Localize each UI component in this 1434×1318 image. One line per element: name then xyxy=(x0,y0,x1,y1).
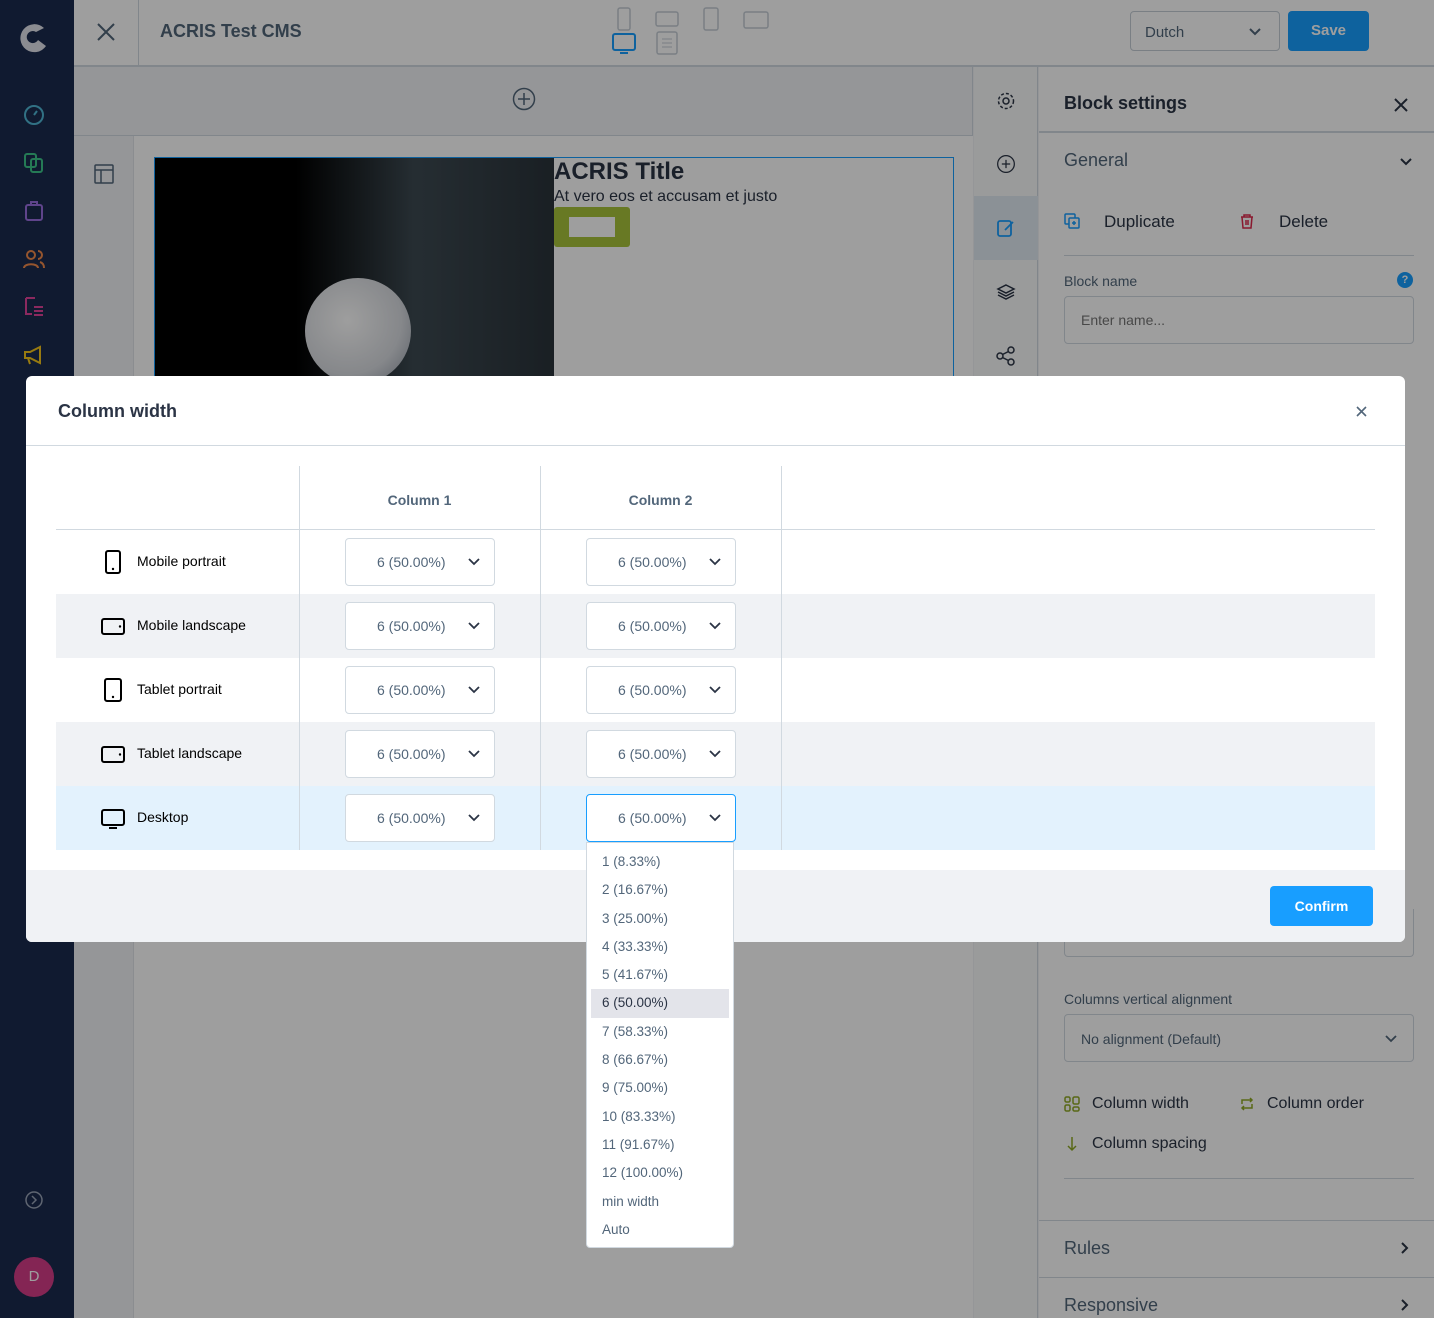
column-2-width-select[interactable]: 6 (50.00%) xyxy=(586,730,736,778)
close-modal-icon[interactable] xyxy=(1356,406,1367,417)
device-row: Tablet portrait 6 (50.00%) 6 (50.00%) xyxy=(56,658,1375,722)
device-label: Mobile landscape xyxy=(137,617,246,633)
chevron-down-icon xyxy=(468,814,480,822)
select-value: 6 (50.00%) xyxy=(377,554,446,570)
column-1-width-select[interactable]: 6 (50.00%) xyxy=(345,602,495,650)
device-label: Mobile portrait xyxy=(137,553,226,569)
confirm-button[interactable]: Confirm xyxy=(1270,886,1373,926)
chevron-down-icon xyxy=(709,686,721,694)
select-value: 6 (50.00%) xyxy=(618,554,687,570)
device-row: Tablet landscape 6 (50.00%) 6 (50.00%) xyxy=(56,722,1375,786)
dropdown-option[interactable]: 9 (75.00%) xyxy=(591,1074,729,1102)
tablet-portrait-icon xyxy=(104,678,122,702)
column-1-width-select[interactable]: 6 (50.00%) xyxy=(345,666,495,714)
chevron-down-icon xyxy=(468,686,480,694)
chevron-down-icon xyxy=(468,622,480,630)
device-row: Mobile landscape 6 (50.00%) 6 (50.00%) xyxy=(56,594,1375,658)
device-row: Desktop 6 (50.00%) 6 (50.00%) xyxy=(56,786,1375,850)
mobile-portrait-icon xyxy=(105,550,121,574)
column-width-dropdown: 1 (8.33%) 2 (16.67%) 3 (25.00%) 4 (33.33%) 5… xyxy=(586,842,734,1248)
dropdown-option[interactable]: 8 (66.67%) xyxy=(591,1046,729,1074)
chevron-down-icon xyxy=(709,814,721,822)
dropdown-option[interactable]: 4 (33.33%) xyxy=(591,933,729,961)
dropdown-option[interactable]: min width xyxy=(591,1188,729,1216)
column-2-width-select[interactable]: 6 (50.00%) xyxy=(586,602,736,650)
select-value: 6 (50.00%) xyxy=(618,618,687,634)
dropdown-option[interactable]: 6 (50.00%) xyxy=(591,989,729,1018)
column-header-1: Column 1 xyxy=(387,492,452,508)
column-2-width-select[interactable]: 6 (50.00%) xyxy=(586,794,736,842)
device-label: Tablet portrait xyxy=(137,681,222,697)
chevron-down-icon xyxy=(468,558,480,566)
dropdown-option[interactable]: 1 (8.33%) xyxy=(591,848,729,876)
dropdown-option[interactable]: 3 (25.00%) xyxy=(591,905,729,933)
select-value: 6 (50.00%) xyxy=(377,618,446,634)
dropdown-option[interactable]: 7 (58.33%) xyxy=(591,1018,729,1046)
select-value: 6 (50.00%) xyxy=(618,810,687,826)
select-value: 6 (50.00%) xyxy=(377,810,446,826)
column-2-width-select[interactable]: 6 (50.00%) xyxy=(586,666,736,714)
dropdown-option[interactable]: 10 (83.33%) xyxy=(591,1103,729,1131)
select-value: 6 (50.00%) xyxy=(377,682,446,698)
chevron-down-icon xyxy=(468,750,480,758)
column-2-width-select[interactable]: 6 (50.00%) xyxy=(586,538,736,586)
dropdown-option[interactable]: Auto xyxy=(591,1216,729,1244)
desktop-icon xyxy=(101,809,125,829)
device-label: Tablet landscape xyxy=(137,745,243,761)
dropdown-option[interactable]: 2 (16.67%) xyxy=(591,876,729,904)
mobile-landscape-icon xyxy=(101,618,125,635)
tablet-landscape-icon xyxy=(101,746,125,763)
chevron-down-icon xyxy=(709,622,721,630)
select-value: 6 (50.00%) xyxy=(377,746,446,762)
dropdown-option[interactable]: 5 (41.67%) xyxy=(591,961,729,989)
dropdown-option[interactable]: 12 (100.00%) xyxy=(591,1159,729,1187)
select-value: 6 (50.00%) xyxy=(618,746,687,762)
device-label: Desktop xyxy=(137,809,189,825)
device-row: Mobile portrait 6 (50.00%) 6 (50.00%) xyxy=(56,530,1375,594)
column-1-width-select[interactable]: 6 (50.00%) xyxy=(345,730,495,778)
chevron-down-icon xyxy=(709,558,721,566)
select-value: 6 (50.00%) xyxy=(618,682,687,698)
column-1-width-select[interactable]: 6 (50.00%) xyxy=(345,794,495,842)
dropdown-option[interactable]: 11 (91.67%) xyxy=(591,1131,729,1159)
chevron-down-icon xyxy=(709,750,721,758)
column-1-width-select[interactable]: 6 (50.00%) xyxy=(345,538,495,586)
modal-title: Column width xyxy=(58,401,177,421)
column-header-2: Column 2 xyxy=(628,492,693,508)
